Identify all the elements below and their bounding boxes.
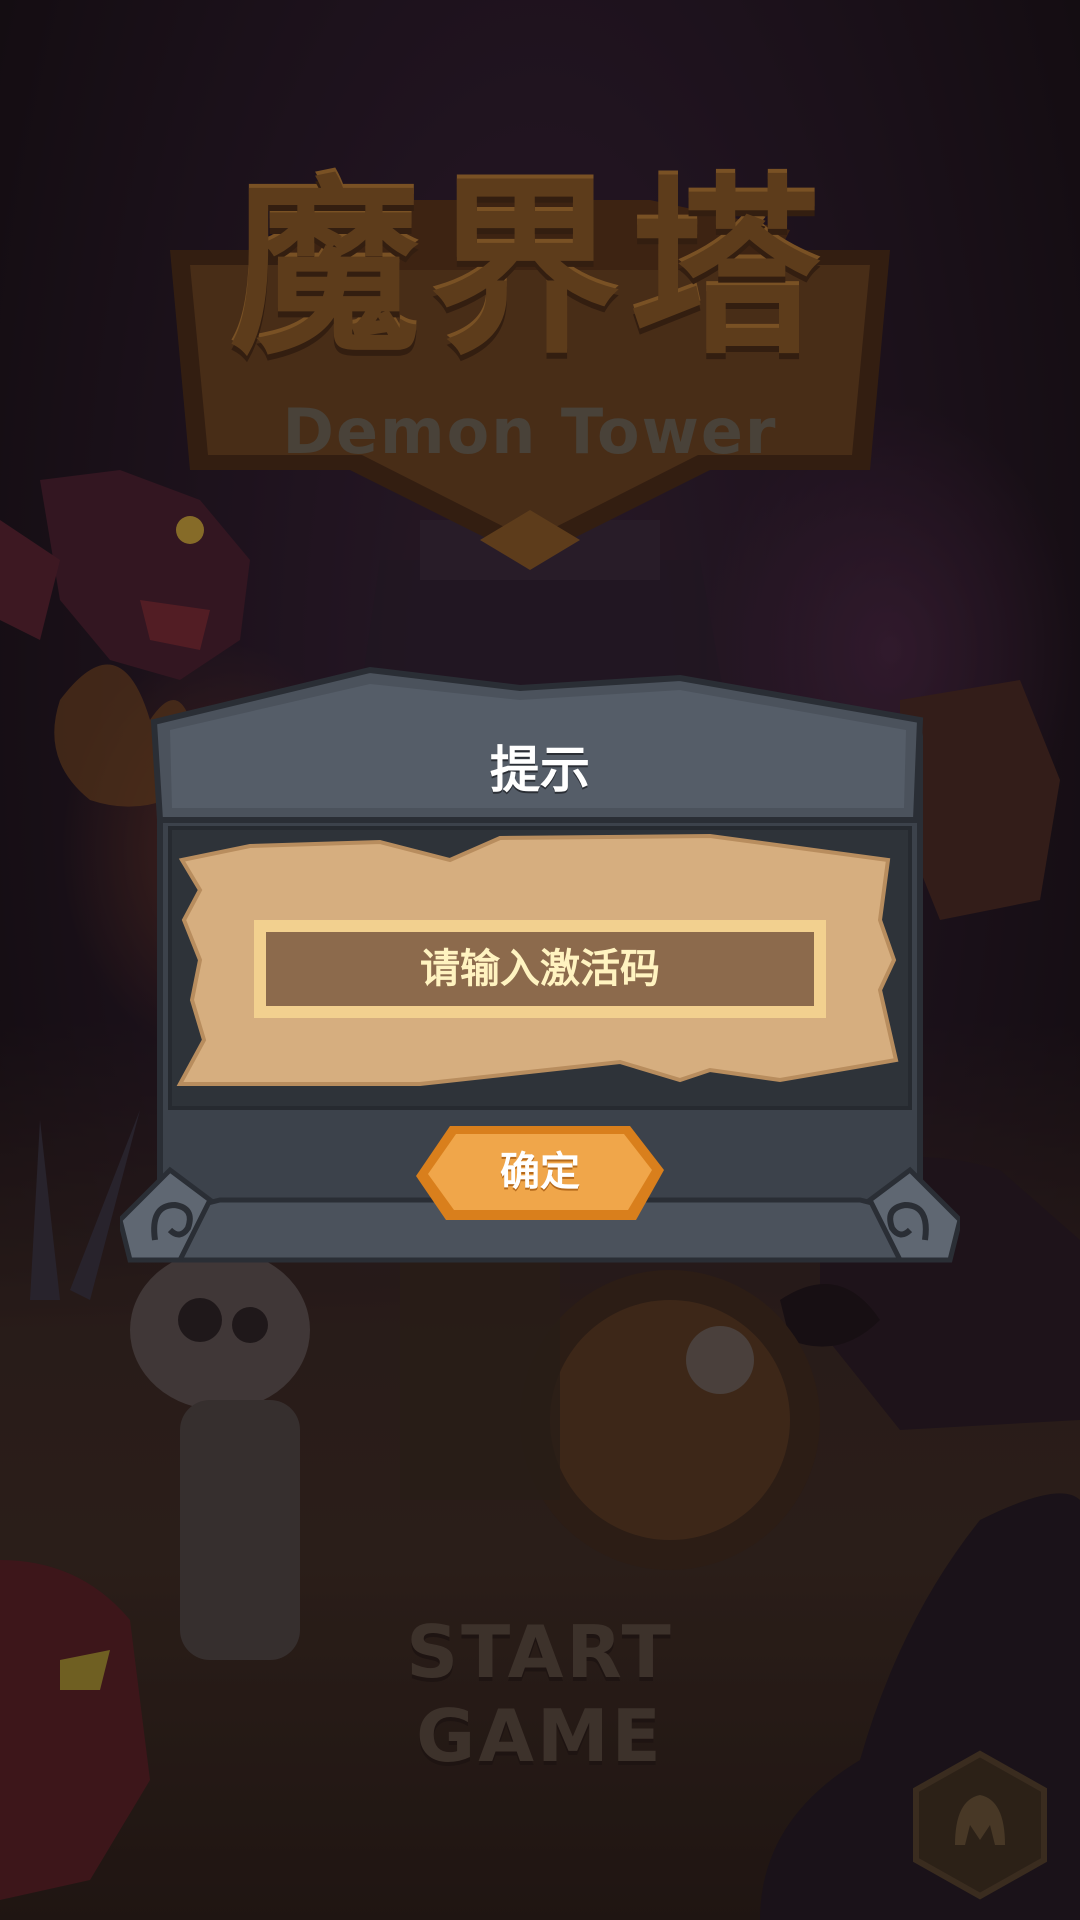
- activation-code-input[interactable]: [266, 932, 814, 1006]
- game-screen: 魔界塔 Demon Tower START GAME 提示 请输入激活码 确定: [0, 0, 1080, 1920]
- dialog-title: 提示: [490, 741, 590, 799]
- confirm-button-label: 确定: [500, 1149, 580, 1195]
- confirm-button[interactable]: 确定: [410, 1120, 670, 1230]
- activation-dialog: 提示 确定: [120, 660, 960, 1280]
